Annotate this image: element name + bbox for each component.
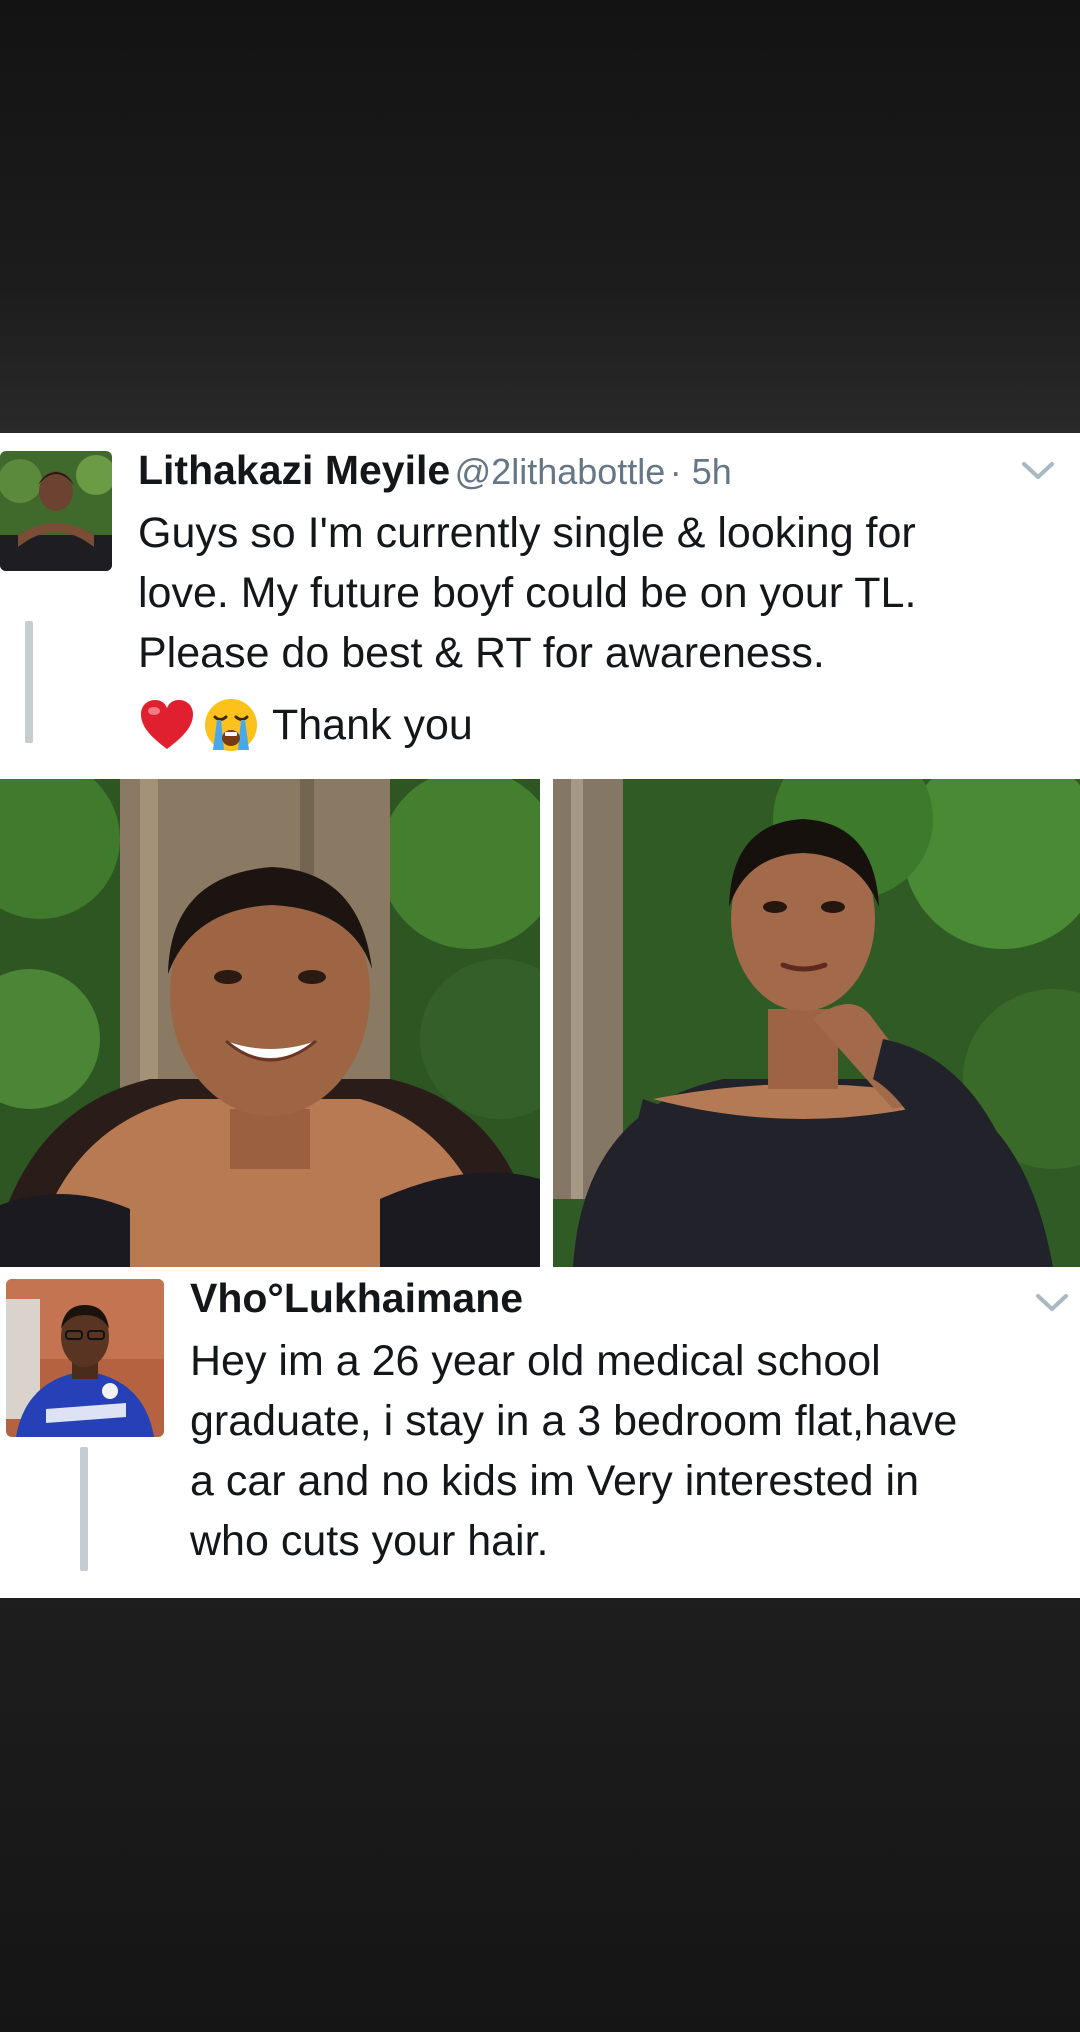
red-heart-icon [141, 700, 193, 749]
reply-line-1: Hey im a 26 year old medical school [190, 1337, 881, 1385]
reply-line-3: a car and no kids im Very interested in [190, 1457, 919, 1505]
thread-line [25, 621, 33, 743]
tweet-timestamp[interactable]: · 5h [670, 451, 732, 492]
tweet-line-2: love. My future boyf could be on your TL… [138, 569, 917, 617]
photo-posing-woman-icon [553, 779, 1080, 1267]
reply-line-2: graduate, i stay in a 3 bedroom flat,hav… [190, 1397, 958, 1445]
reply-author-avatar[interactable] [6, 1279, 164, 1437]
tweet-header: Lithakazi Meyile @2lithabottle · 5h [138, 447, 732, 494]
tweet-line-3: Please do best & RT for awareness. [138, 629, 825, 677]
profile-photo-man-icon [6, 1279, 164, 1437]
tweet-photo-2[interactable] [553, 779, 1080, 1267]
chevron-down-icon[interactable] [1018, 457, 1058, 483]
reply-chevron-down-icon[interactable] [1032, 1289, 1072, 1315]
tweet-sign-off-line: Thank you [138, 693, 473, 757]
tweet-photo-1[interactable] [0, 779, 540, 1267]
profile-photo-woman-icon [0, 451, 112, 571]
tweet-line-1: Guys so I'm currently single & looking f… [138, 509, 916, 557]
tweet-author-handle[interactable]: @2lithabottle [455, 451, 666, 492]
screenshot-card: Lithakazi Meyile @2lithabottle · 5h Guys… [0, 433, 1080, 1598]
reply-author-name[interactable]: Vho°Lukhaimane [190, 1275, 523, 1321]
photo-smiling-woman-icon [0, 779, 540, 1267]
tweet-author-name[interactable]: Lithakazi Meyile [138, 447, 450, 493]
reply-thread-line [80, 1447, 88, 1571]
reply-header: Vho°Lukhaimane [190, 1275, 523, 1322]
reply-line-4: who cuts your hair. [190, 1517, 549, 1565]
loudly-crying-face-icon [205, 699, 257, 751]
tweet-sign-off: Thank you [272, 700, 473, 749]
tweet-author-avatar[interactable] [0, 451, 112, 571]
